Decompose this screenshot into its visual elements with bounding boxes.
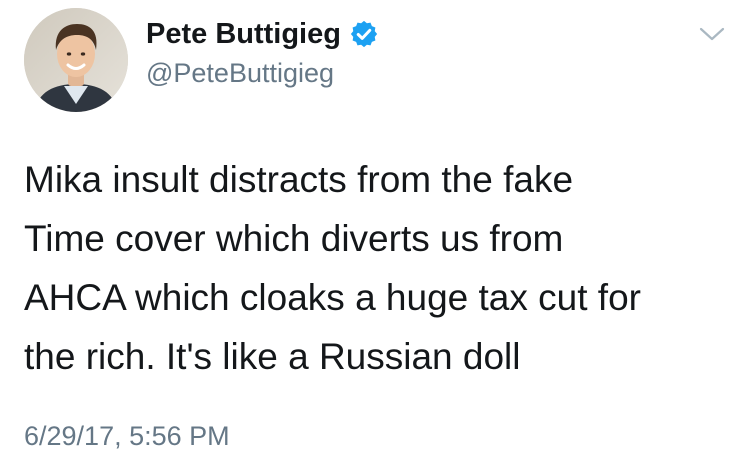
author-name-row: Pete Buttigieg: [146, 16, 379, 52]
tweet-timestamp[interactable]: 6/29/17, 5:56 PM: [24, 419, 230, 453]
chevron-down-icon[interactable]: [698, 24, 726, 44]
tweet-text-line: AHCA which cloaks a huge tax cut for: [24, 277, 641, 318]
verified-badge-icon: [350, 20, 378, 48]
tweet-text: Mika insult distracts from the fake Time…: [24, 150, 724, 386]
tweet-text-line: the rich. It's like a Russian doll: [24, 336, 521, 377]
tweet-text-line: Time cover which diverts us from: [24, 218, 564, 259]
avatar-photo: [24, 8, 128, 112]
avatar[interactable]: [24, 8, 128, 112]
author-handle[interactable]: @PeteButtigieg: [146, 56, 334, 90]
tweet-text-line: Mika insult distracts from the fake: [24, 159, 574, 200]
tweet-card: Pete Buttigieg @PeteButtigieg Mika insul…: [0, 0, 735, 473]
author-display-name[interactable]: Pete Buttigieg: [146, 16, 341, 52]
